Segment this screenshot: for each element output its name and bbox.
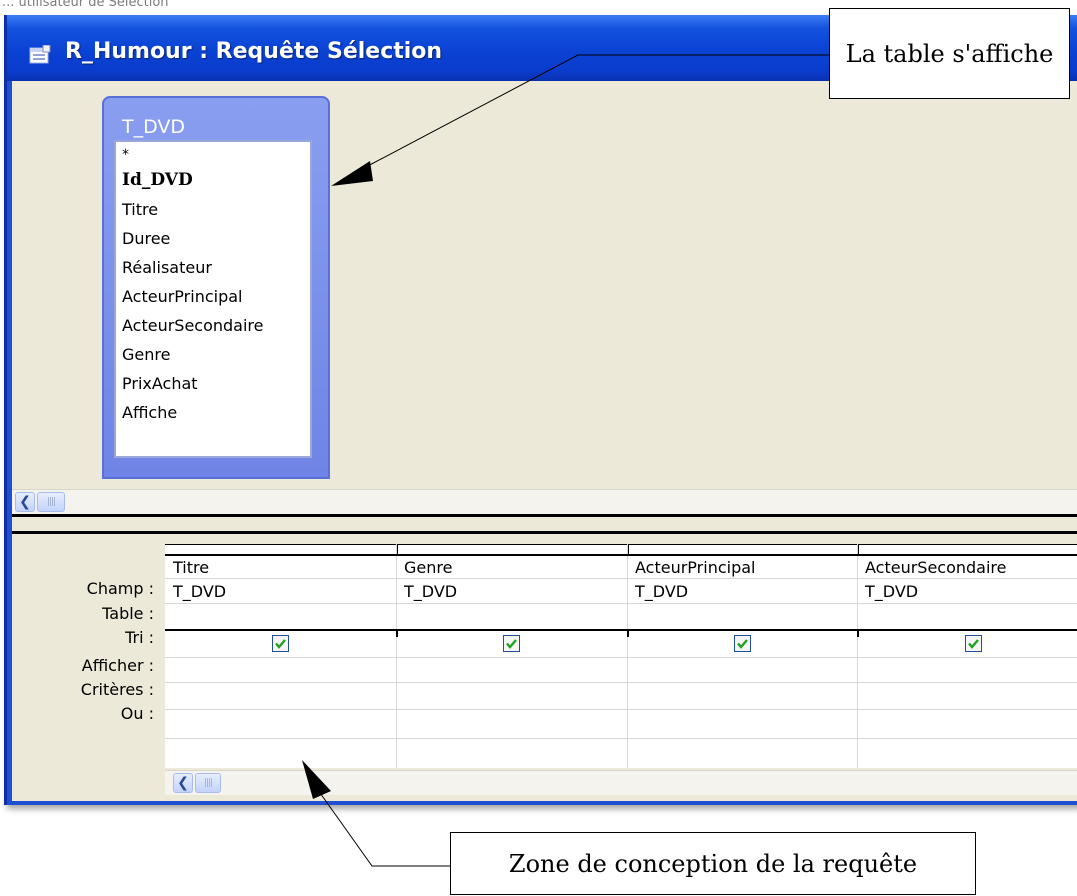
annotation-arrows <box>302 54 830 867</box>
annotation-table-displayed: La table s'affiche <box>829 8 1070 99</box>
annotation-design-zone: Zone de conception de la requête <box>450 832 976 895</box>
